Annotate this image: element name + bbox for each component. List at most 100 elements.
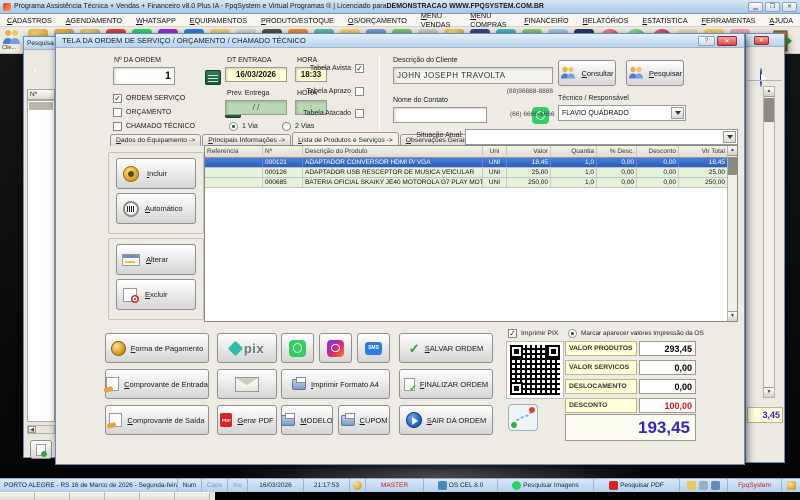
tab-lista-produtos[interactable]: Lista de Produtos e Serviços -> [292, 132, 399, 146]
finalizar-ordem-button[interactable]: FINALIZAR ORDEM [399, 369, 493, 399]
client-label: Descrição do Cliente [393, 57, 458, 64]
dialog-help-button[interactable]: ? [698, 36, 715, 46]
technician-select[interactable]: FLAVIO QUADRADO [558, 105, 686, 121]
order-number-input[interactable]: 1 [113, 67, 175, 85]
status-search-pdf[interactable]: Pesquisar PDF [594, 479, 680, 492]
printer-icon [281, 415, 295, 426]
incluir-button[interactable]: Incluir [116, 158, 196, 189]
products-table: Referencia Nº Descrição do Produto Uni V… [204, 145, 738, 322]
comprovante-entrada-label: Comprovante de Entrada [124, 380, 208, 389]
ordem-servico-label: ORDEM SERVIÇO [126, 95, 185, 102]
marcar-valores-radio[interactable] [568, 329, 577, 338]
maximize-icon[interactable]: ❒ [765, 2, 780, 12]
pesquisa-hscrollbar[interactable]: ◀ [27, 425, 55, 434]
instagram-button[interactable] [319, 333, 352, 363]
sair-label: SAIR DA ORDEM [427, 416, 487, 425]
contact-input[interactable] [393, 107, 487, 123]
pesquisar-button[interactable]: Pesquisar [626, 60, 684, 86]
pesquisa-action-button[interactable] [30, 440, 52, 459]
status-location: PORTO ALEGRE - RS 16 de Marco de 2026 - … [0, 479, 178, 492]
menu-agendamento[interactable]: AGENDAMENTO [59, 16, 129, 25]
consultar-button[interactable]: Consultar [558, 60, 616, 86]
table-row[interactable]: 000685 BATERIA OFICIAL SKAIKY JE40 MOTOR… [205, 178, 727, 188]
tabela-avista-checkbox[interactable] [355, 64, 364, 73]
imprimir-pix-checkbox[interactable] [508, 329, 517, 338]
situation-select[interactable] [465, 129, 738, 145]
desconto-value: 100,00 [639, 398, 696, 413]
printer-icon [292, 379, 306, 390]
menu-estatistica[interactable]: ESTATISTICA [635, 16, 694, 25]
imprimir-a4-button[interactable]: Imprimir Formato A4 [281, 369, 390, 399]
whatsapp-send-button[interactable] [281, 333, 314, 363]
modelo-button[interactable]: MODELO [281, 405, 333, 435]
minimize-icon[interactable]: ▁ [748, 2, 763, 12]
check-icon: ✓ [409, 342, 420, 355]
alterar-button[interactable]: Alterar [116, 244, 196, 275]
delivery-date-label: Prev. Entrega [227, 90, 269, 97]
col-uni: Uni [483, 146, 507, 157]
col-perc-desc: % Desc. [597, 146, 637, 157]
table-row[interactable]: 000126 ADAPTADOR USB RESCEPTOR DE MUSICA… [205, 168, 727, 178]
map-route-icon[interactable] [508, 404, 538, 431]
phone-icon [438, 481, 447, 490]
barcode-icon [123, 201, 139, 217]
envelope-button[interactable] [217, 369, 277, 399]
table-row[interactable]: 000121 ADAPTADOR CONVERSOR HDMI P/ VGA U… [205, 158, 727, 168]
background-window-exit-icon[interactable] [760, 68, 762, 87]
table-scrollbar[interactable]: ▲▼ [727, 146, 737, 321]
pix-button[interactable]: pix [217, 333, 277, 363]
ordem-servico-checkbox[interactable] [113, 94, 122, 103]
background-window-total: 3,45 [747, 407, 783, 423]
status-search-images[interactable]: Pesquisar Imagens [498, 479, 594, 492]
sms-button[interactable]: SMS [357, 333, 390, 363]
delivery-date-field[interactable]: / / [225, 100, 287, 115]
orcamento-checkbox[interactable] [113, 108, 122, 117]
status-tools[interactable] [680, 479, 728, 492]
menu-ferramentas[interactable]: FERRAMENTAS [695, 16, 763, 25]
comprovante-saida-button[interactable]: Comprovante de Saída [105, 405, 209, 435]
app-title-license: DEMONSTRACAO WWW.FPQSYSTEM.COM.BR [386, 3, 544, 10]
pdf-icon [609, 481, 618, 490]
automatico-button[interactable]: Automático [116, 193, 196, 224]
entry-calendar-icon[interactable] [205, 70, 221, 85]
valor-produtos-label: VALOR PRODUTOS [565, 341, 637, 356]
gerar-pdf-button[interactable]: PDF Gerar PDF [217, 405, 277, 435]
col-descricao: Descrição do Produto [303, 146, 483, 157]
menu-equipamentos[interactable]: EQUIPAMENTOS [183, 16, 254, 25]
cupom-button[interactable]: CUPOM [338, 405, 390, 435]
col-desconto: Desconto [637, 146, 679, 157]
tabela-aprazo-checkbox[interactable] [355, 87, 364, 96]
menu-os-orcamento[interactable]: OS/ORÇAMENTO [341, 16, 414, 25]
orcamento-label: ORÇAMENTO [126, 109, 171, 116]
close-icon[interactable]: ✕ [782, 2, 797, 12]
menu-relatorios[interactable]: RELATÓRIOS [576, 16, 636, 25]
tabela-atacado-checkbox[interactable] [355, 109, 364, 118]
menu-produto-estoque[interactable]: PRODUTO/ESTOQUE [254, 16, 341, 25]
tab-dados-equipamento[interactable]: Dados do Equipamento -> [110, 134, 201, 146]
receipt-in-icon [106, 377, 119, 391]
menu-whatsapp[interactable]: WHATSAPP [129, 16, 183, 25]
technician-label: Técnico / Responsável [558, 95, 629, 102]
background-window-close-icon[interactable]: ✕ [754, 36, 769, 45]
comprovante-entrada-button[interactable]: Comprovante de Entrada [105, 369, 209, 399]
background-window-scrollbar[interactable]: ▲▼ [763, 86, 775, 398]
trophy-icon [350, 479, 366, 492]
menu-ajuda[interactable]: AJUDA [762, 16, 800, 25]
dialog-close-icon[interactable]: ✕ [717, 36, 737, 46]
menu-cadastros[interactable]: CADASTROS [0, 16, 59, 25]
menu-financeiro[interactable]: FINANCEIRO [517, 16, 575, 25]
forma-pagamento-button[interactable]: Forma de Pagamento [105, 333, 209, 363]
pesquisa-list-header[interactable]: Nº [27, 89, 55, 100]
entry-date-field[interactable]: 16/03/2026 [225, 67, 287, 82]
excluir-button[interactable]: Excluir [116, 279, 196, 310]
pesquisa-list[interactable] [27, 100, 55, 422]
menubar: CADASTROS AGENDAMENTO WHATSAPP EQUIPAMEN… [0, 14, 800, 27]
client-input[interactable]: JOHN JOSEPH TRAVOLTA [393, 67, 553, 84]
entry-time-label: HORA [297, 57, 317, 64]
sair-ordem-button[interactable]: SAIR DA ORDEM [399, 405, 493, 435]
printer-icon [341, 415, 355, 426]
salvar-ordem-button[interactable]: ✓ SALVAR ORDEM [399, 333, 493, 363]
table-header-row: Referencia Nº Descrição do Produto Uni V… [205, 146, 727, 158]
consultar-label: Consultar [581, 69, 613, 78]
entry-date-label: DT ENTRADA [227, 57, 272, 64]
